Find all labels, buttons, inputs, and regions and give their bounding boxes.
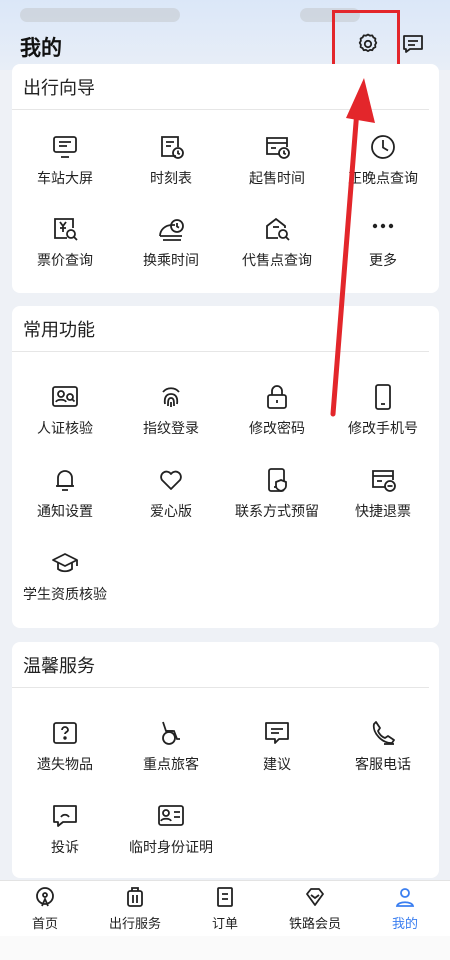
home-icon	[36, 887, 54, 907]
grid-item-label: 换乘时间	[143, 253, 199, 269]
grid-item-label: 代售点查询	[242, 253, 312, 269]
grid-item-label: 起售时间	[249, 171, 305, 187]
grid-item-label: 更多	[369, 253, 397, 269]
grid-item-label: 修改手机号	[348, 421, 418, 437]
screen-icon	[53, 136, 77, 158]
section-common-functions: 常用功能 人证核验 指纹登录 修改密码 修改手机号 通知设置 爱心版 联系方式预	[12, 306, 439, 628]
bell-icon	[56, 470, 74, 491]
section-warm-service: 温馨服务 遗失物品 重点旅客 建议 客服电话 投诉 临时身份证明	[12, 642, 439, 878]
grid-item-contact-reserve[interactable]: 联系方式预留	[224, 465, 330, 521]
system-nav-bar	[0, 936, 450, 960]
section-title: 出行向导	[12, 64, 429, 110]
section-title: 温馨服务	[12, 642, 429, 688]
order-icon	[217, 887, 233, 907]
phone-call-icon	[372, 721, 395, 745]
user-icon	[395, 888, 415, 907]
message-icon	[403, 35, 423, 53]
lost-item-icon	[53, 722, 77, 744]
grid-item-label: 投诉	[51, 840, 79, 856]
grid-item-label: 修改密码	[249, 421, 305, 437]
grid-item-label: 学生资质核验	[23, 587, 107, 603]
grid-item-student-verify[interactable]: 学生资质核验	[12, 548, 118, 604]
wheelchair-icon	[162, 721, 180, 745]
grid-item-priority-passenger[interactable]: 重点旅客	[118, 718, 224, 774]
lock-icon	[267, 385, 287, 409]
grid-item-temporary-id[interactable]: 临时身份证明	[118, 801, 224, 857]
temp-id-icon	[158, 805, 184, 826]
grid-item-label: 快捷退票	[355, 504, 411, 520]
grid-item-more[interactable]: 更多	[330, 214, 436, 270]
grid-item-label: 票价查询	[37, 253, 93, 269]
fare-icon	[54, 218, 78, 241]
agency-icon	[266, 217, 290, 241]
grid-item-label: 爱心版	[150, 504, 192, 520]
tab-label: 订单	[211, 917, 238, 932]
suggestion-icon	[265, 722, 289, 744]
heart-icon	[160, 470, 182, 490]
grid-item-id-verify[interactable]: 人证核验	[12, 382, 118, 438]
grid-item-care-mode[interactable]: 爱心版	[118, 465, 224, 521]
diamond-icon	[306, 888, 324, 906]
grid-item-label: 客服电话	[355, 757, 411, 773]
status-bar-blurred	[20, 8, 180, 22]
grid-item-quick-refund[interactable]: 快捷退票	[330, 465, 436, 521]
grid-item-fingerprint-login[interactable]: 指纹登录	[118, 382, 224, 438]
sale-time-icon	[266, 137, 290, 159]
grid-item-label: 建议	[263, 757, 291, 773]
grid-item-customer-service-phone[interactable]: 客服电话	[330, 718, 436, 774]
grid-item-delay-query[interactable]: 正晚点查询	[330, 132, 436, 188]
grid-item-complaint[interactable]: 投诉	[12, 801, 118, 857]
grid-item-notification-settings[interactable]: 通知设置	[12, 465, 118, 521]
section-title: 常用功能	[12, 306, 429, 352]
messages-button[interactable]	[397, 28, 429, 60]
grid-item-suggestion[interactable]: 建议	[224, 718, 330, 774]
grid-item-timetable[interactable]: 时刻表	[118, 132, 224, 188]
clock-icon	[371, 135, 395, 159]
tab-travel-service[interactable]: 出行服务	[90, 885, 180, 932]
refund-icon	[372, 470, 396, 492]
grid-item-label: 指纹登录	[143, 421, 199, 437]
bottom-tab-bar: 首页 出行服务 订单 铁路会员 我的	[0, 880, 450, 936]
grid-item-sale-time[interactable]: 起售时间	[224, 132, 330, 188]
tab-label: 铁路会员	[288, 917, 341, 932]
grid-item-agency-query[interactable]: 代售点查询	[224, 214, 330, 270]
tab-railway-member[interactable]: 铁路会员	[270, 885, 360, 932]
tab-mine[interactable]: 我的	[360, 885, 450, 932]
section-travel-guide: 出行向导 车站大屏 时刻表 起售时间 正晚点查询 票价查询 换乘时间 代售点查询	[12, 64, 439, 293]
grid-item-label: 时刻表	[150, 171, 192, 187]
grid-item-change-phone[interactable]: 修改手机号	[330, 382, 436, 438]
complaint-icon	[53, 805, 77, 827]
grid-item-transfer-time[interactable]: 换乘时间	[118, 214, 224, 270]
grid-item-lost-items[interactable]: 遗失物品	[12, 718, 118, 774]
grid-item-label: 车站大屏	[37, 171, 93, 187]
tab-label: 我的	[391, 917, 418, 932]
tab-orders[interactable]: 订单	[180, 885, 270, 932]
transfer-icon	[159, 219, 184, 241]
grid-item-label: 人证核验	[37, 421, 93, 437]
luggage-icon	[127, 887, 143, 907]
page-title: 我的	[20, 36, 62, 60]
grid-item-label: 正晚点查询	[348, 171, 418, 187]
graduation-cap-icon	[52, 553, 78, 573]
timetable-icon	[161, 136, 184, 159]
grid-item-fare-query[interactable]: 票价查询	[12, 214, 118, 270]
id-verify-icon	[52, 386, 78, 407]
grid-item-label: 联系方式预留	[235, 504, 319, 520]
phone-icon	[375, 384, 391, 410]
grid-item-label: 重点旅客	[143, 757, 199, 773]
grid-item-label: 遗失物品	[37, 757, 93, 773]
tab-label: 首页	[31, 917, 58, 932]
fingerprint-icon	[162, 387, 180, 407]
grid-item-label: 临时身份证明	[129, 840, 213, 856]
more-icon	[372, 223, 394, 229]
tab-home[interactable]: 首页	[0, 885, 90, 932]
tab-label: 出行服务	[108, 917, 161, 932]
grid-item-label: 通知设置	[37, 504, 93, 520]
grid-item-station-screen[interactable]: 车站大屏	[12, 132, 118, 188]
contact-icon	[268, 468, 287, 492]
grid-item-change-password[interactable]: 修改密码	[224, 382, 330, 438]
